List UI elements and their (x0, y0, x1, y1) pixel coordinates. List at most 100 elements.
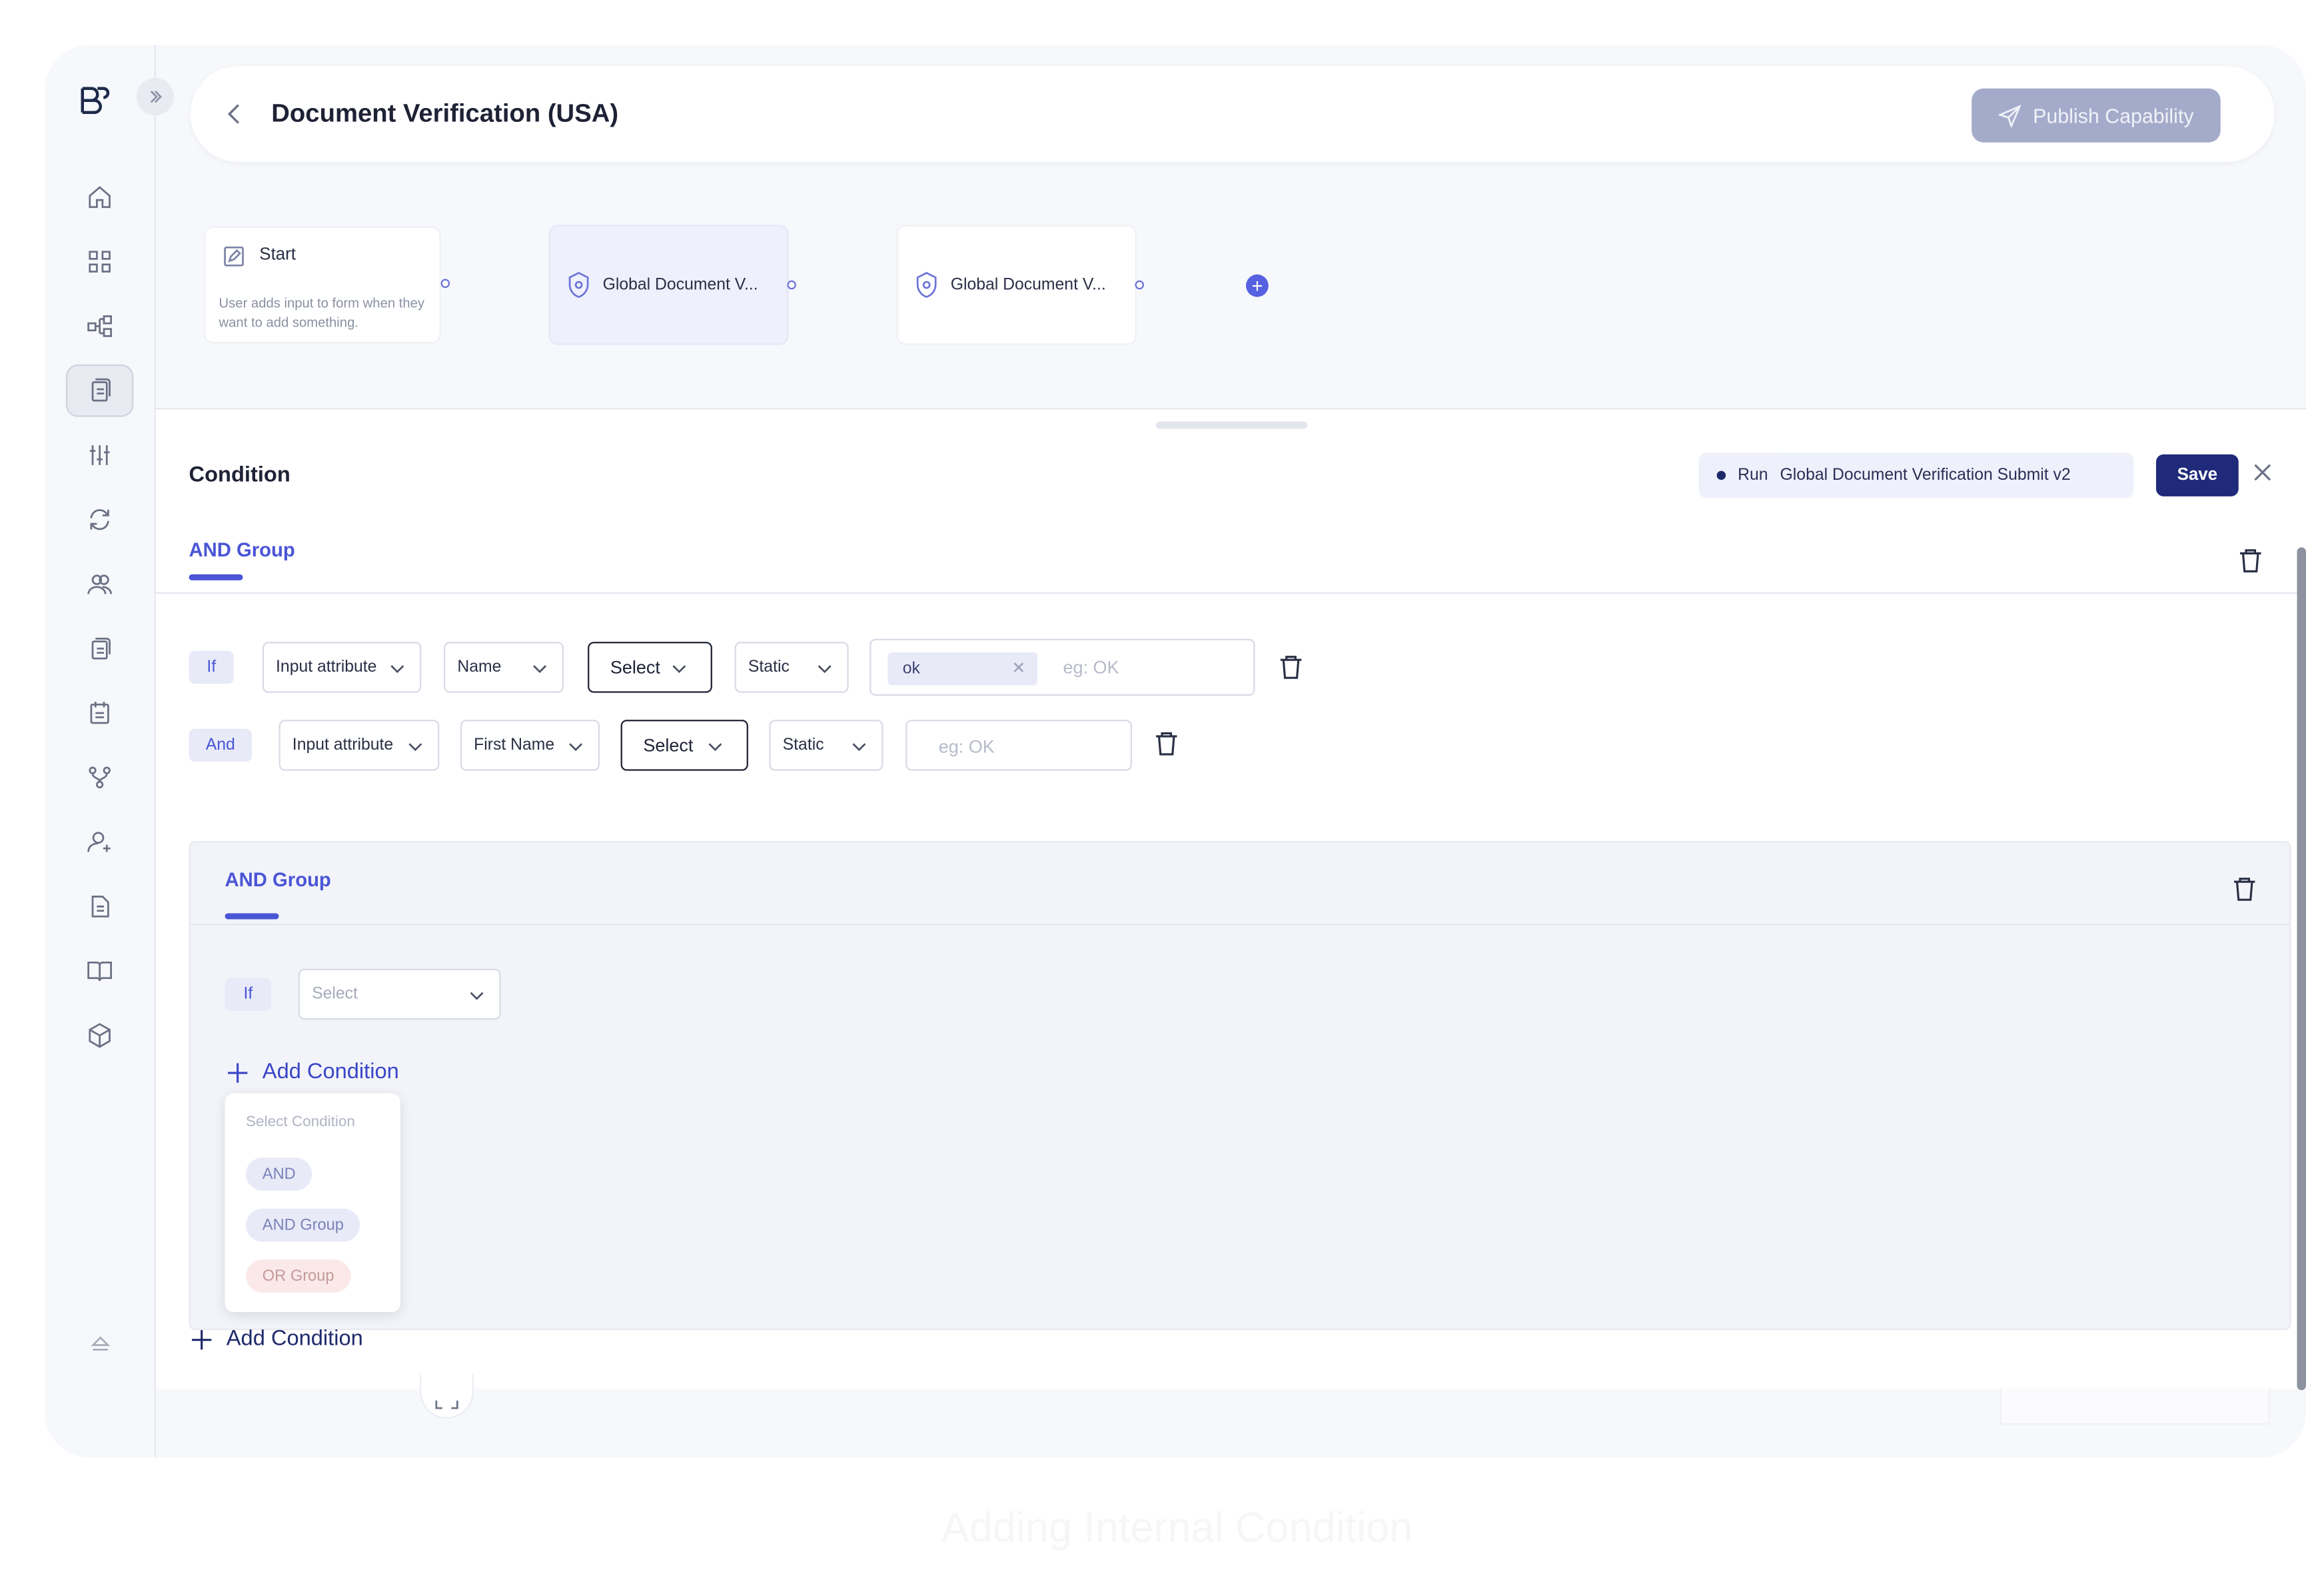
sidebar (45, 45, 175, 1458)
chevron-down-icon (390, 665, 404, 674)
brand-logo-icon (78, 84, 111, 117)
chevron-down-icon (818, 665, 832, 674)
shield-icon (568, 272, 589, 298)
flow-start-node[interactable]: Start User adds input to form when they … (204, 226, 450, 344)
plus-icon (228, 1062, 248, 1082)
chevron-down-icon (852, 743, 866, 752)
value-type-dropdown[interactable]: Static (769, 720, 883, 771)
start-node-title: Start (259, 246, 296, 265)
value-placeholder: eg: OK (1063, 656, 1119, 678)
flow-node-label: Global Document V... (950, 276, 1106, 295)
node-output-port[interactable] (787, 280, 796, 290)
menu-option-and[interactable]: AND (246, 1158, 312, 1191)
caption-text: Adding Internal Condition (941, 1504, 1413, 1551)
package-icon[interactable] (66, 1009, 133, 1062)
delete-row-trash-icon[interactable] (1277, 654, 1305, 681)
attribute-dropdown[interactable]: First Name (460, 720, 600, 771)
tab-divider (156, 592, 2297, 594)
start-node-description: User adds input to form when they want t… (219, 295, 425, 331)
tab-nested-and-group[interactable]: AND Group (225, 868, 331, 891)
run-target-pill[interactable]: Run Global Document Verification Submit … (1698, 452, 2134, 498)
if-connector-badge: If (189, 650, 235, 684)
tab-and-group[interactable]: AND Group (189, 538, 295, 561)
node-output-port[interactable] (1135, 280, 1144, 290)
value-input[interactable]: eg: OK (905, 720, 1132, 771)
condition-panel: Condition Run Global Document Verificati… (156, 408, 2306, 1391)
chevron-down-icon (708, 743, 722, 752)
chevron-down-icon (569, 743, 583, 752)
start-output-port[interactable] (440, 279, 450, 289)
tab-underline (189, 574, 243, 580)
add-node-button[interactable]: + (1246, 274, 1269, 297)
operator-dropdown[interactable]: Select (620, 720, 748, 771)
delete-group-trash-icon[interactable] (2237, 547, 2264, 574)
menu-heading: Select Condition (246, 1114, 355, 1131)
remove-chip-icon[interactable]: ✕ (1011, 658, 1025, 678)
page-title: Document Verification (USA) (271, 99, 619, 128)
minimap-strip (2000, 1388, 2270, 1425)
panel-title: Condition (189, 463, 290, 488)
branch-icon[interactable] (66, 751, 133, 804)
run-target: Global Document Verification Submit v2 (1780, 466, 2071, 484)
book-icon[interactable] (66, 945, 133, 998)
source-dropdown[interactable]: Input attribute (262, 642, 422, 693)
attribute-dropdown[interactable]: Name (444, 642, 564, 693)
and-connector-badge: And (189, 728, 253, 762)
save-button[interactable]: Save (2155, 454, 2239, 496)
tab-divider (190, 924, 2290, 926)
nested-and-group: AND Group If Select Add Condition Select… (189, 841, 2291, 1331)
if-connector-badge: If (225, 978, 272, 1011)
app-window: Document Verification (USA) Publish Capa… (45, 45, 2306, 1458)
chevron-down-icon (533, 665, 547, 674)
publish-label: Publish Capability (2033, 104, 2194, 127)
panel-drag-handle[interactable] (1155, 421, 1308, 429)
back-arrow-icon[interactable] (221, 99, 251, 129)
chevron-down-icon (672, 665, 686, 674)
fit-view-icon (435, 1400, 458, 1409)
run-label: Run (1738, 466, 1768, 484)
value-type-dropdown[interactable]: Static (734, 642, 849, 693)
fit-view-button[interactable] (420, 1373, 474, 1419)
tab-underline (225, 913, 279, 920)
menu-option-or-group[interactable]: OR Group (246, 1259, 351, 1293)
flow-node-global-document-1[interactable]: Global Document V... (548, 225, 796, 345)
source-dropdown[interactable]: Input attribute (279, 720, 440, 771)
operator-dropdown[interactable]: Select (588, 642, 712, 693)
publish-capability-button[interactable]: Publish Capability (1972, 88, 2221, 143)
flow-node-label: Global Document V... (602, 276, 758, 295)
value-placeholder: eg: OK (938, 736, 995, 758)
close-icon[interactable] (2252, 462, 2273, 483)
panel-scrollbar[interactable] (2297, 547, 2306, 1391)
condition-select[interactable]: Select (298, 968, 501, 1020)
flow-node-global-document-2[interactable]: Global Document V... (896, 225, 1144, 345)
delete-row-trash-icon[interactable] (1153, 730, 1180, 758)
workflow-icon[interactable] (66, 300, 133, 353)
delete-nested-group-trash-icon[interactable] (2231, 876, 2258, 903)
user-settings-icon[interactable] (66, 816, 133, 868)
send-icon (1998, 104, 2022, 127)
grid-icon[interactable] (66, 235, 133, 288)
home-icon[interactable] (66, 171, 133, 224)
shield-icon (916, 272, 937, 298)
calendar-icon[interactable] (66, 687, 133, 740)
plus-icon (192, 1329, 212, 1349)
add-condition-button[interactable]: Add Condition (191, 1327, 363, 1351)
status-dot (1716, 470, 1726, 480)
expand-sidebar-button[interactable] (136, 78, 175, 116)
select-condition-menu: Select Condition AND AND Group OR Group (225, 1093, 400, 1313)
value-input[interactable]: ok ✕ eg: OK (870, 638, 1255, 696)
file-text-icon[interactable] (66, 880, 133, 933)
sync-icon[interactable] (66, 493, 133, 546)
edit-icon (223, 246, 245, 267)
users-icon[interactable] (66, 558, 133, 610)
copy-icon[interactable] (66, 622, 133, 675)
chevron-down-icon (470, 992, 484, 1000)
value-chip: ok ✕ (887, 652, 1038, 686)
eject-icon[interactable] (89, 1331, 113, 1355)
documents-icon[interactable] (66, 364, 134, 417)
chevron-down-icon (408, 743, 422, 752)
nested-add-condition-button[interactable]: Add Condition (227, 1060, 399, 1084)
menu-option-and-group[interactable]: AND Group (246, 1208, 360, 1242)
page-header: Document Verification (USA) Publish Capa… (190, 66, 2275, 163)
sliders-icon[interactable] (66, 429, 133, 482)
